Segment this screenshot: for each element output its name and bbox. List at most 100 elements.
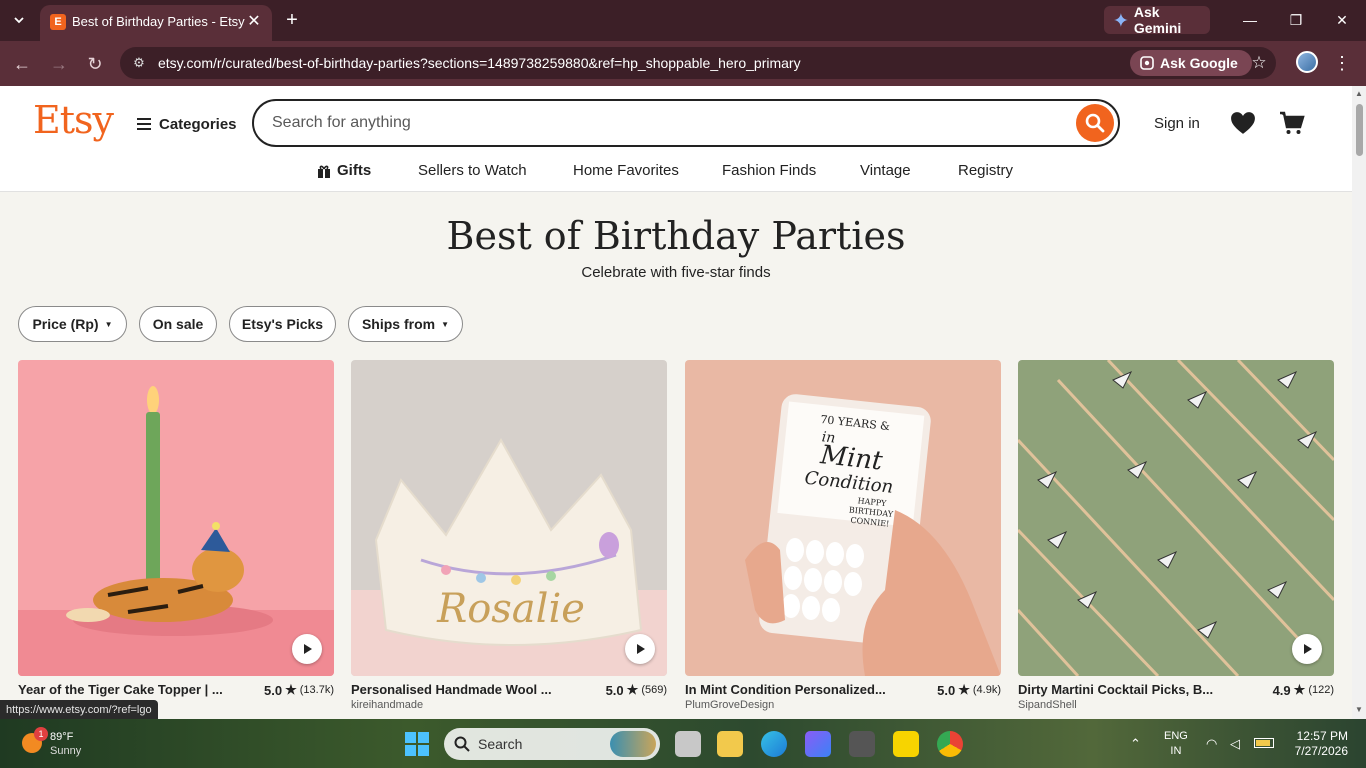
review-count: (122) [1308, 684, 1334, 696]
chevron-down-icon [14, 17, 24, 24]
lang-region: IN [1170, 745, 1182, 757]
product-card[interactable]: Rosalie Personalised Handmade Wool ... 5… [351, 360, 667, 711]
tab-search-button[interactable] [6, 8, 32, 32]
search-button[interactable] [1076, 104, 1114, 142]
etsy-logo[interactable]: Etsy [33, 98, 114, 142]
categories-button[interactable]: Categories [137, 113, 237, 135]
subnav-gifts-label: Gifts [337, 162, 372, 179]
active-tab[interactable]: E Best of Birthday Parties - Etsy ✕ [40, 5, 272, 41]
product-rating: 5.0 ★ (13.7k) [264, 682, 334, 698]
minimize-button[interactable]: — [1238, 8, 1262, 32]
taskbar-search[interactable]: Search [444, 728, 660, 760]
categories-label: Categories [159, 115, 237, 133]
search-highlight-icon [610, 731, 656, 757]
product-title[interactable]: Personalised Handmade Wool ... [351, 682, 571, 697]
rating-value: 5.0 [264, 682, 283, 698]
clock-time: 12:57 PM [1296, 729, 1348, 743]
cart-icon[interactable] [1279, 110, 1305, 136]
product-card[interactable]: Year of the Tiger Cake Topper | ... 5.0 … [18, 360, 334, 698]
product-image[interactable]: Rosalie [351, 360, 667, 676]
ask-google-button[interactable]: Ask Google [1130, 50, 1252, 76]
rating-value: 5.0 [605, 682, 624, 698]
edge-icon[interactable] [761, 731, 787, 757]
weather-widget[interactable]: 1 89°F Sunny [18, 727, 98, 761]
shop-name[interactable]: PlumGroveDesign [685, 699, 774, 711]
play-video-button[interactable] [625, 634, 655, 664]
browser-menu-icon[interactable]: ⋮ [1333, 51, 1351, 75]
product-image[interactable]: 70 YEARS & in Mint Condition HAPPY BIRTH… [685, 360, 1001, 676]
subnav-vintage[interactable]: Vintage [860, 162, 911, 179]
forward-button[interactable]: → [47, 52, 71, 76]
restore-button[interactable]: ❐ [1284, 8, 1308, 32]
sign-in-link[interactable]: Sign in [1154, 115, 1200, 132]
windows-taskbar: 1 89°F Sunny Search ⌃ ENG IN ◠ ◁ 12:57 P… [0, 719, 1366, 768]
wifi-icon[interactable]: ◠ [1206, 736, 1217, 752]
page-subtitle: Celebrate with five-star finds [581, 264, 771, 281]
scroll-up-icon[interactable]: ▲ [1355, 90, 1363, 98]
filter-etsys-picks[interactable]: Etsy's Picks [229, 306, 336, 342]
product-card[interactable]: 70 YEARS & in Mint Condition HAPPY BIRTH… [685, 360, 1001, 711]
lens-icon [1140, 56, 1154, 70]
product-rating: 5.0 ★ (569) [606, 682, 667, 698]
star-icon: ★ [285, 682, 297, 697]
product-image[interactable] [18, 360, 334, 676]
scroll-down-icon[interactable]: ▼ [1355, 706, 1363, 714]
filter-price-label: Price (Rp) [32, 316, 99, 332]
ask-gemini-button[interactable]: Ask Gemini [1104, 4, 1210, 36]
product-image[interactable] [1018, 360, 1334, 676]
product-title[interactable]: Dirty Martini Cocktail Picks, B... [1018, 682, 1238, 697]
bookmark-star-icon[interactable]: ☆ [1248, 52, 1270, 74]
scrollbar-thumb[interactable] [1356, 104, 1363, 156]
subnav-home-favorites[interactable]: Home Favorites [573, 162, 679, 179]
profile-avatar[interactable] [1296, 51, 1318, 73]
taskbar-search-label: Search [478, 736, 523, 752]
language-indicator[interactable]: ENG IN [1164, 729, 1188, 759]
filter-ships-from[interactable]: Ships from ▼ [348, 306, 463, 342]
filter-price[interactable]: Price (Rp) ▼ [18, 306, 127, 342]
windows-start-icon[interactable] [404, 731, 430, 757]
close-tab-icon[interactable]: ✕ [244, 11, 264, 31]
new-tab-button[interactable]: + [280, 8, 304, 32]
star-icon: ★ [1293, 682, 1306, 697]
reload-button[interactable]: ↻ [83, 52, 107, 76]
subnav-sellers-to-watch[interactable]: Sellers to Watch [418, 162, 527, 179]
subnav-gifts[interactable]: Gifts [317, 162, 371, 179]
close-window-button[interactable]: ✕ [1330, 8, 1354, 32]
browser-toolbar: ← → ↻ ⚙ etsy.com/r/curated/best-of-birth… [0, 41, 1366, 86]
shop-name[interactable]: kireihandmade [351, 699, 423, 711]
play-video-button[interactable] [1292, 634, 1322, 664]
battery-icon[interactable] [1254, 738, 1274, 748]
subnav-fashion-finds[interactable]: Fashion Finds [722, 162, 816, 179]
site-info-icon[interactable]: ⚙ [130, 54, 148, 72]
shop-name[interactable]: SipandShell [1018, 699, 1077, 711]
review-count: (4.9k) [972, 684, 1001, 696]
caret-down-icon: ▼ [104, 319, 113, 329]
task-view-icon[interactable] [675, 731, 701, 757]
product-rating: 4.9 ★ (122) [1273, 682, 1334, 698]
product-title[interactable]: In Mint Condition Personalized... [685, 682, 905, 697]
filter-on-sale[interactable]: On sale [139, 306, 217, 342]
sub-navigation: Gifts Sellers to Watch Home Favorites Fa… [0, 156, 1352, 192]
product-title[interactable]: Year of the Tiger Cake Topper | ... [18, 682, 238, 697]
play-video-button[interactable] [292, 634, 322, 664]
etsy-favicon-icon: E [50, 14, 66, 30]
product-rating: 5.0 ★ (4.9k) [937, 682, 1001, 698]
product-card[interactable]: Dirty Martini Cocktail Picks, B... 4.9 ★… [1018, 360, 1334, 711]
chevron-up-icon[interactable]: ⌃ [1130, 736, 1141, 752]
url-text[interactable]: etsy.com/r/curated/best-of-birthday-part… [158, 55, 801, 71]
file-explorer-icon[interactable] [717, 731, 743, 757]
weather-condition: Sunny [50, 745, 82, 757]
camera-icon[interactable] [849, 731, 875, 757]
chrome-icon[interactable] [937, 731, 963, 757]
favorites-heart-icon[interactable] [1230, 111, 1256, 135]
ask-gemini-label: Ask Gemini [1133, 4, 1182, 36]
back-button[interactable]: ← [10, 52, 34, 76]
clock[interactable]: 12:57 PM 7/27/2026 [1290, 729, 1348, 759]
subnav-registry[interactable]: Registry [958, 162, 1013, 179]
address-bar[interactable]: ⚙ etsy.com/r/curated/best-of-birthday-pa… [120, 47, 1276, 79]
sticky-notes-icon[interactable] [893, 731, 919, 757]
search-input[interactable] [272, 114, 1052, 132]
app-icon[interactable] [805, 731, 831, 757]
page-scrollbar[interactable]: ▲ ▼ [1352, 86, 1366, 719]
volume-icon[interactable]: ◁ [1230, 736, 1240, 752]
